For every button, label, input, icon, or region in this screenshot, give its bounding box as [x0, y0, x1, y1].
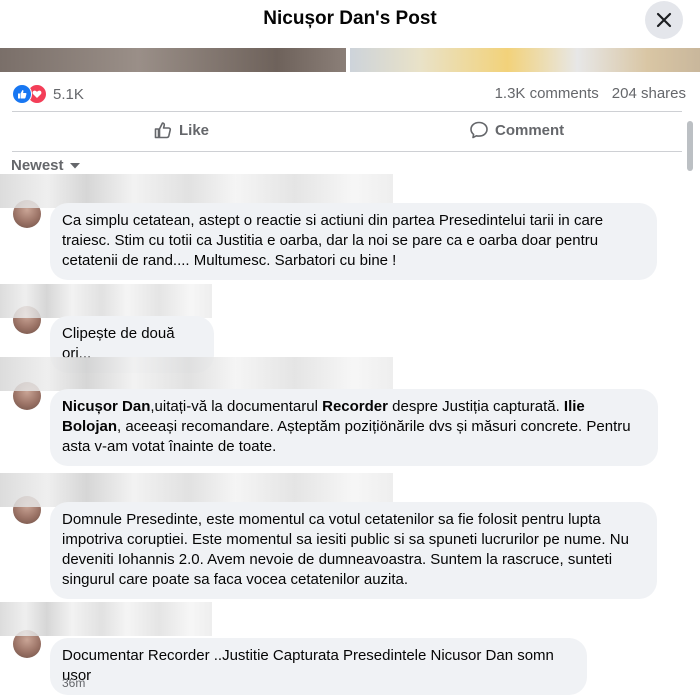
stats-divider [12, 111, 682, 112]
comment-sort-dropdown[interactable]: Newest [11, 157, 81, 174]
comment-text: Domnule Presedinte, este momentul ca vot… [62, 511, 629, 588]
comment-bubble: Ca simplu cetatean, astept o reactie si … [50, 203, 657, 280]
thumbs-up-icon [154, 122, 172, 139]
comment-bubble: Domnule Presedinte, este momentul ca vot… [50, 502, 657, 599]
like-label: Like [179, 121, 210, 139]
blurred-author-name [0, 284, 212, 318]
reaction-count: 5.1K [53, 85, 84, 103]
comment-text: ,uitați-vă la documentarul [150, 398, 323, 415]
dialog-header: Nicușor Dan's Post [0, 0, 700, 44]
comments-count-link[interactable]: 1.3K comments [495, 85, 599, 102]
dialog-title: Nicușor Dan's Post [263, 8, 437, 29]
comment-icon [470, 121, 488, 139]
comment-text: Documentar Recorder ..Justitie Capturata… [62, 647, 554, 684]
comment-button[interactable]: Comment [469, 113, 564, 147]
comment-text: Ca simplu cetatean, astept o reactie si … [62, 212, 604, 269]
reactions-summary[interactable]: 5.1K [12, 84, 84, 104]
comment-bubble: Nicușor Dan,uitați-vă la documentarul Re… [50, 389, 658, 466]
post-photo-left[interactable] [0, 48, 346, 72]
like-button[interactable]: Like [153, 113, 209, 147]
comment-text: , aceeași recomandare. Așteptăm pozițiön… [62, 418, 631, 455]
scrollbar-thumb[interactable] [687, 121, 693, 171]
comment-timestamp[interactable]: 36m [62, 676, 85, 690]
close-icon [656, 12, 672, 28]
post-photo-right[interactable] [350, 48, 700, 72]
comment-text: despre Justiția capturată. [387, 398, 564, 415]
actions-divider [12, 151, 682, 152]
sort-label: Newest [11, 157, 64, 174]
shares-count-link[interactable]: 204 shares [612, 85, 686, 102]
comment-bubble: Documentar Recorder ..Justitie Capturata… [50, 638, 587, 695]
mention-link[interactable]: Nicușor Dan [62, 398, 150, 415]
mention-link[interactable]: Recorder [322, 398, 388, 415]
close-button[interactable] [645, 1, 683, 39]
blurred-author-name [0, 357, 393, 391]
post-stats: 1.3K comments 204 shares [495, 85, 686, 102]
blurred-author-name [0, 602, 212, 636]
comment-label: Comment [495, 121, 565, 139]
like-reaction-icon [12, 84, 32, 104]
caret-down-icon [69, 162, 80, 168]
